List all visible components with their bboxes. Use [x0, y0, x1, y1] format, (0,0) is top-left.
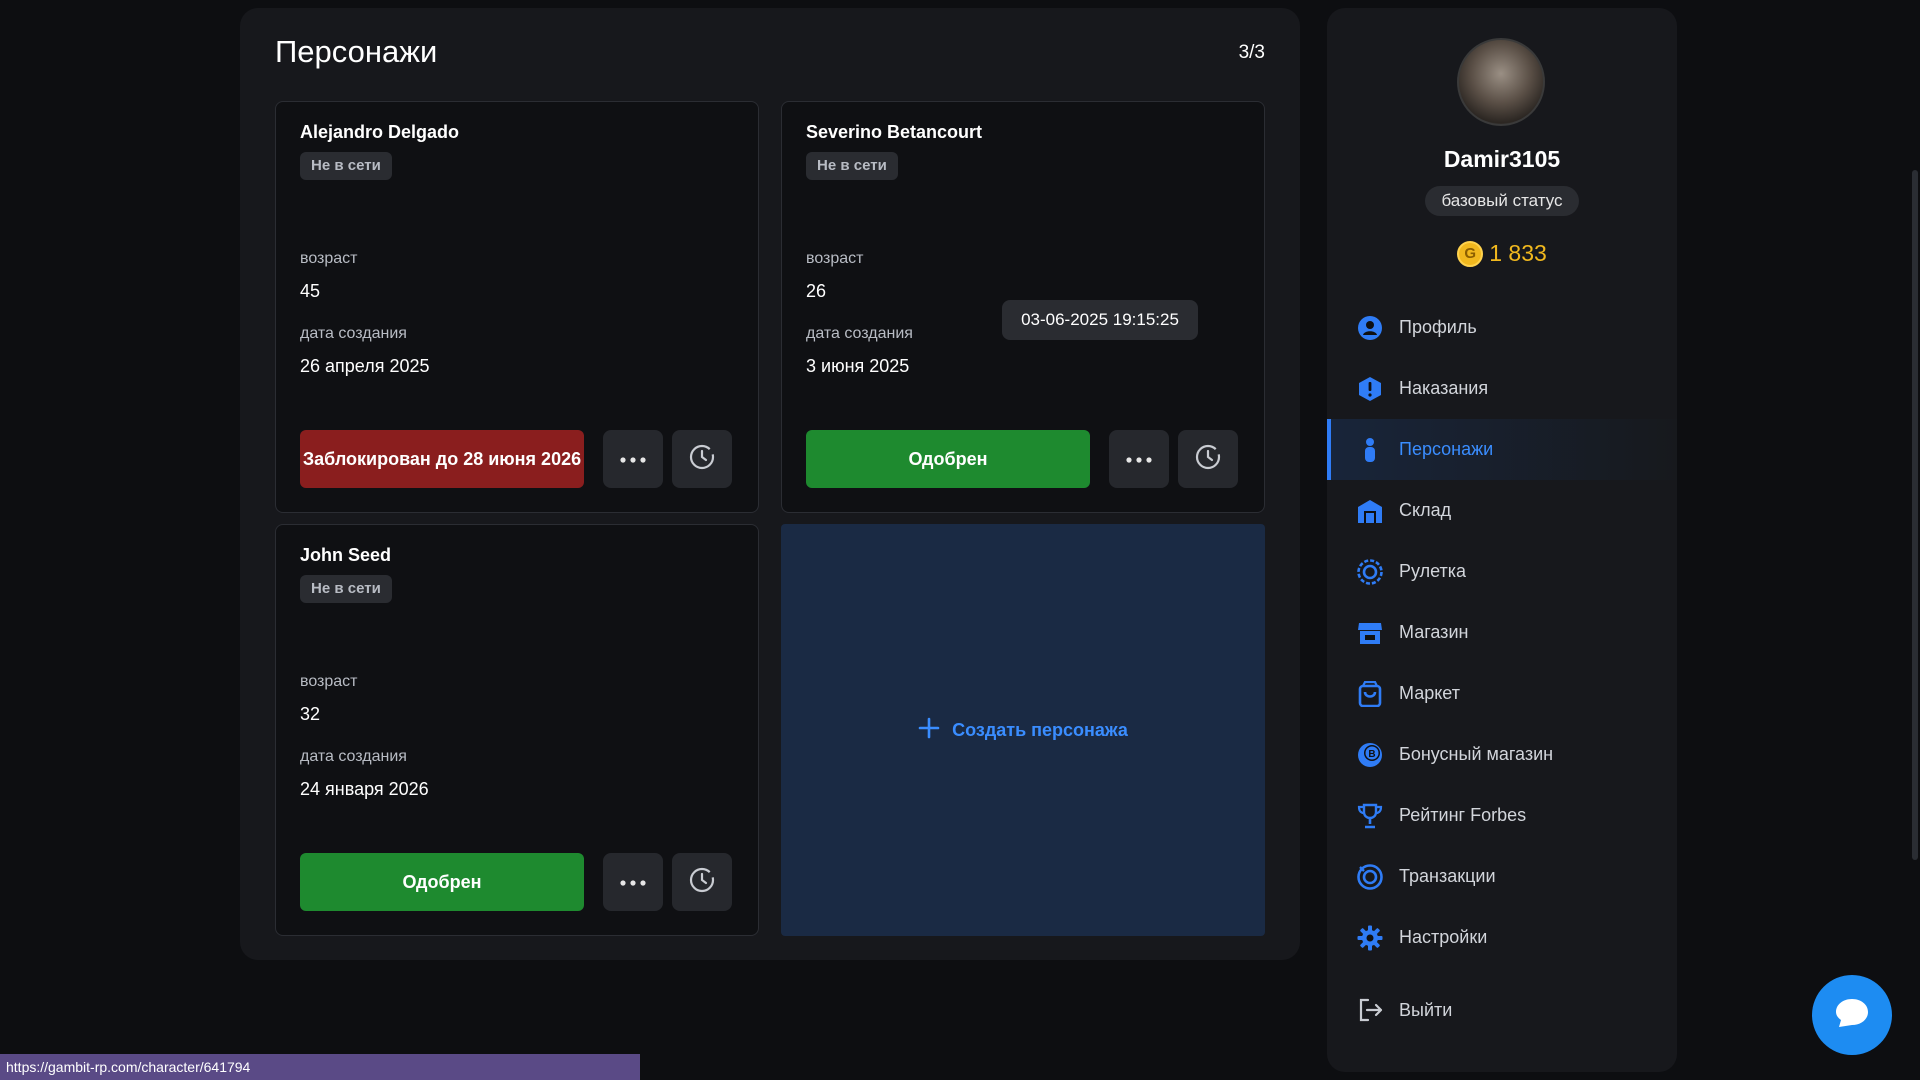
sidebar-item-label: Персонажи — [1399, 439, 1494, 459]
sidebar-item-label: Рулетка — [1399, 561, 1467, 581]
more-dots-icon — [1126, 450, 1152, 468]
age-label: возраст — [300, 250, 358, 267]
page-scrollbar-thumb[interactable] — [1912, 170, 1918, 860]
created-date-label: дата создания — [806, 325, 913, 342]
account-status-badge: базовый статус — [1425, 186, 1579, 216]
created-date-value: 3 июня 2025 — [806, 356, 910, 376]
character-card[interactable]: Alejandro Delgado Не в сети возраст 45 д… — [275, 101, 759, 513]
sidebar-item-label: Бонусный магазин — [1399, 744, 1554, 764]
created-date-label: дата создания — [300, 748, 407, 765]
age-value: 26 — [806, 281, 827, 301]
online-status-badge: Не в сети — [300, 152, 392, 180]
sidebar-item-roulette[interactable]: Рулетка — [1327, 541, 1677, 602]
clock-icon — [688, 866, 716, 899]
plus-icon — [918, 717, 940, 744]
sidebar-item-profile[interactable]: Профиль — [1327, 297, 1677, 358]
age-value: 45 — [300, 281, 321, 301]
link-preview-url: https://gambit-rp.com/character/641794 — [0, 1054, 640, 1080]
character-name: John Seed — [300, 545, 392, 565]
history-button[interactable] — [672, 853, 732, 911]
created-date-value: 24 января 2026 — [300, 779, 429, 799]
approved-status-button[interactable]: Одобрен — [300, 853, 584, 911]
sidebar-item-label: Рейтинг Forbes — [1399, 805, 1527, 825]
more-options-button[interactable] — [1109, 430, 1169, 488]
more-dots-icon — [620, 873, 646, 891]
characters-panel: Персонажи 3/3 Alejandro Delgado Не в сет… — [240, 8, 1300, 960]
gear-icon — [1357, 925, 1383, 951]
age-label: возраст — [300, 673, 358, 690]
characters-count: 3/3 — [1238, 42, 1265, 63]
page-title: Персонажи — [275, 34, 438, 69]
sidebar-nav: Профиль Наказания Персонажи Склад Рулетк… — [1327, 297, 1677, 968]
character-name: Alejandro Delgado — [300, 122, 460, 142]
avatar[interactable] — [1457, 38, 1545, 126]
sidebar-item-forbes[interactable]: Рейтинг Forbes — [1327, 785, 1677, 846]
approved-status-button[interactable]: Одобрен — [806, 430, 1090, 488]
sidebar-item-label: Маркет — [1399, 683, 1460, 703]
age-value: 32 — [300, 704, 321, 724]
trophy-icon — [1357, 803, 1383, 829]
sidebar-item-market[interactable]: Маркет — [1327, 663, 1677, 724]
sidebar-item-settings[interactable]: Настройки — [1327, 907, 1677, 968]
sidebar-item-characters[interactable]: Персонажи — [1327, 419, 1677, 480]
clock-icon — [1194, 443, 1222, 476]
sidebar-item-warehouse[interactable]: Склад — [1327, 480, 1677, 541]
age-label: возраст — [806, 250, 864, 267]
bag-icon — [1357, 680, 1383, 707]
created-date-label: дата создания — [300, 325, 407, 342]
warehouse-icon — [1357, 498, 1383, 524]
history-button[interactable] — [672, 430, 732, 488]
person-icon — [1357, 437, 1383, 463]
sidebar-item-bonus-store[interactable]: B Бонусный магазин — [1327, 724, 1677, 785]
sidebar-item-label: Транзакции — [1399, 866, 1496, 886]
roulette-icon — [1357, 558, 1383, 585]
more-dots-icon — [620, 450, 646, 468]
online-status-badge: Не в сети — [806, 152, 898, 180]
character-card[interactable]: John Seed Не в сети возраст 32 дата созд… — [275, 524, 759, 936]
coin-icon: G — [1457, 240, 1484, 267]
sidebar-item-label: Склад — [1399, 500, 1452, 520]
page-scrollbar[interactable] — [1910, 0, 1920, 1080]
svg-text:B: B — [1368, 749, 1375, 760]
store-icon — [1357, 620, 1383, 646]
sidebar-item-label: Профиль — [1399, 317, 1477, 337]
blocked-status-button[interactable]: Заблокирован до 28 июня 2026 — [300, 430, 584, 488]
logout-icon — [1357, 997, 1383, 1023]
warning-icon — [1357, 376, 1383, 402]
created-datetime-tooltip: 03-06-2025 19:15:25 — [1002, 300, 1198, 340]
more-options-button[interactable] — [603, 853, 663, 911]
create-character-button[interactable]: Создать персонажа — [781, 524, 1265, 936]
more-options-button[interactable] — [603, 430, 663, 488]
clock-icon — [688, 443, 716, 476]
sidebar-item-transactions[interactable]: Транзакции — [1327, 846, 1677, 907]
created-date-value: 26 апреля 2025 — [300, 356, 430, 376]
sidebar-item-label: Настройки — [1399, 927, 1488, 947]
character-name: Severino Betancourt — [806, 122, 983, 142]
bonus-icon: B — [1357, 742, 1383, 768]
balance-value: 1 833 — [1489, 240, 1547, 266]
sidebar-item-label: Наказания — [1399, 378, 1489, 398]
sidebar: Damir3105 базовый статус G 1 833 Профиль… — [1327, 8, 1677, 1072]
username: Damir3105 — [1443, 146, 1561, 172]
chat-button[interactable] — [1812, 975, 1892, 1055]
history-button[interactable] — [1178, 430, 1238, 488]
balance: G 1 833 — [1327, 240, 1677, 267]
sidebar-item-label: Магазин — [1399, 622, 1469, 642]
user-icon — [1357, 315, 1383, 341]
create-character-label: Создать персонажа — [952, 719, 1128, 740]
logout-label: Выйти — [1399, 999, 1453, 1020]
logout-button[interactable]: Выйти — [1327, 988, 1677, 1032]
transactions-icon — [1357, 863, 1383, 890]
online-status-badge: Не в сети — [300, 575, 392, 603]
sidebar-item-punishments[interactable]: Наказания — [1327, 358, 1677, 419]
sidebar-item-store[interactable]: Магазин — [1327, 602, 1677, 663]
chat-bubble-icon — [1835, 998, 1869, 1033]
